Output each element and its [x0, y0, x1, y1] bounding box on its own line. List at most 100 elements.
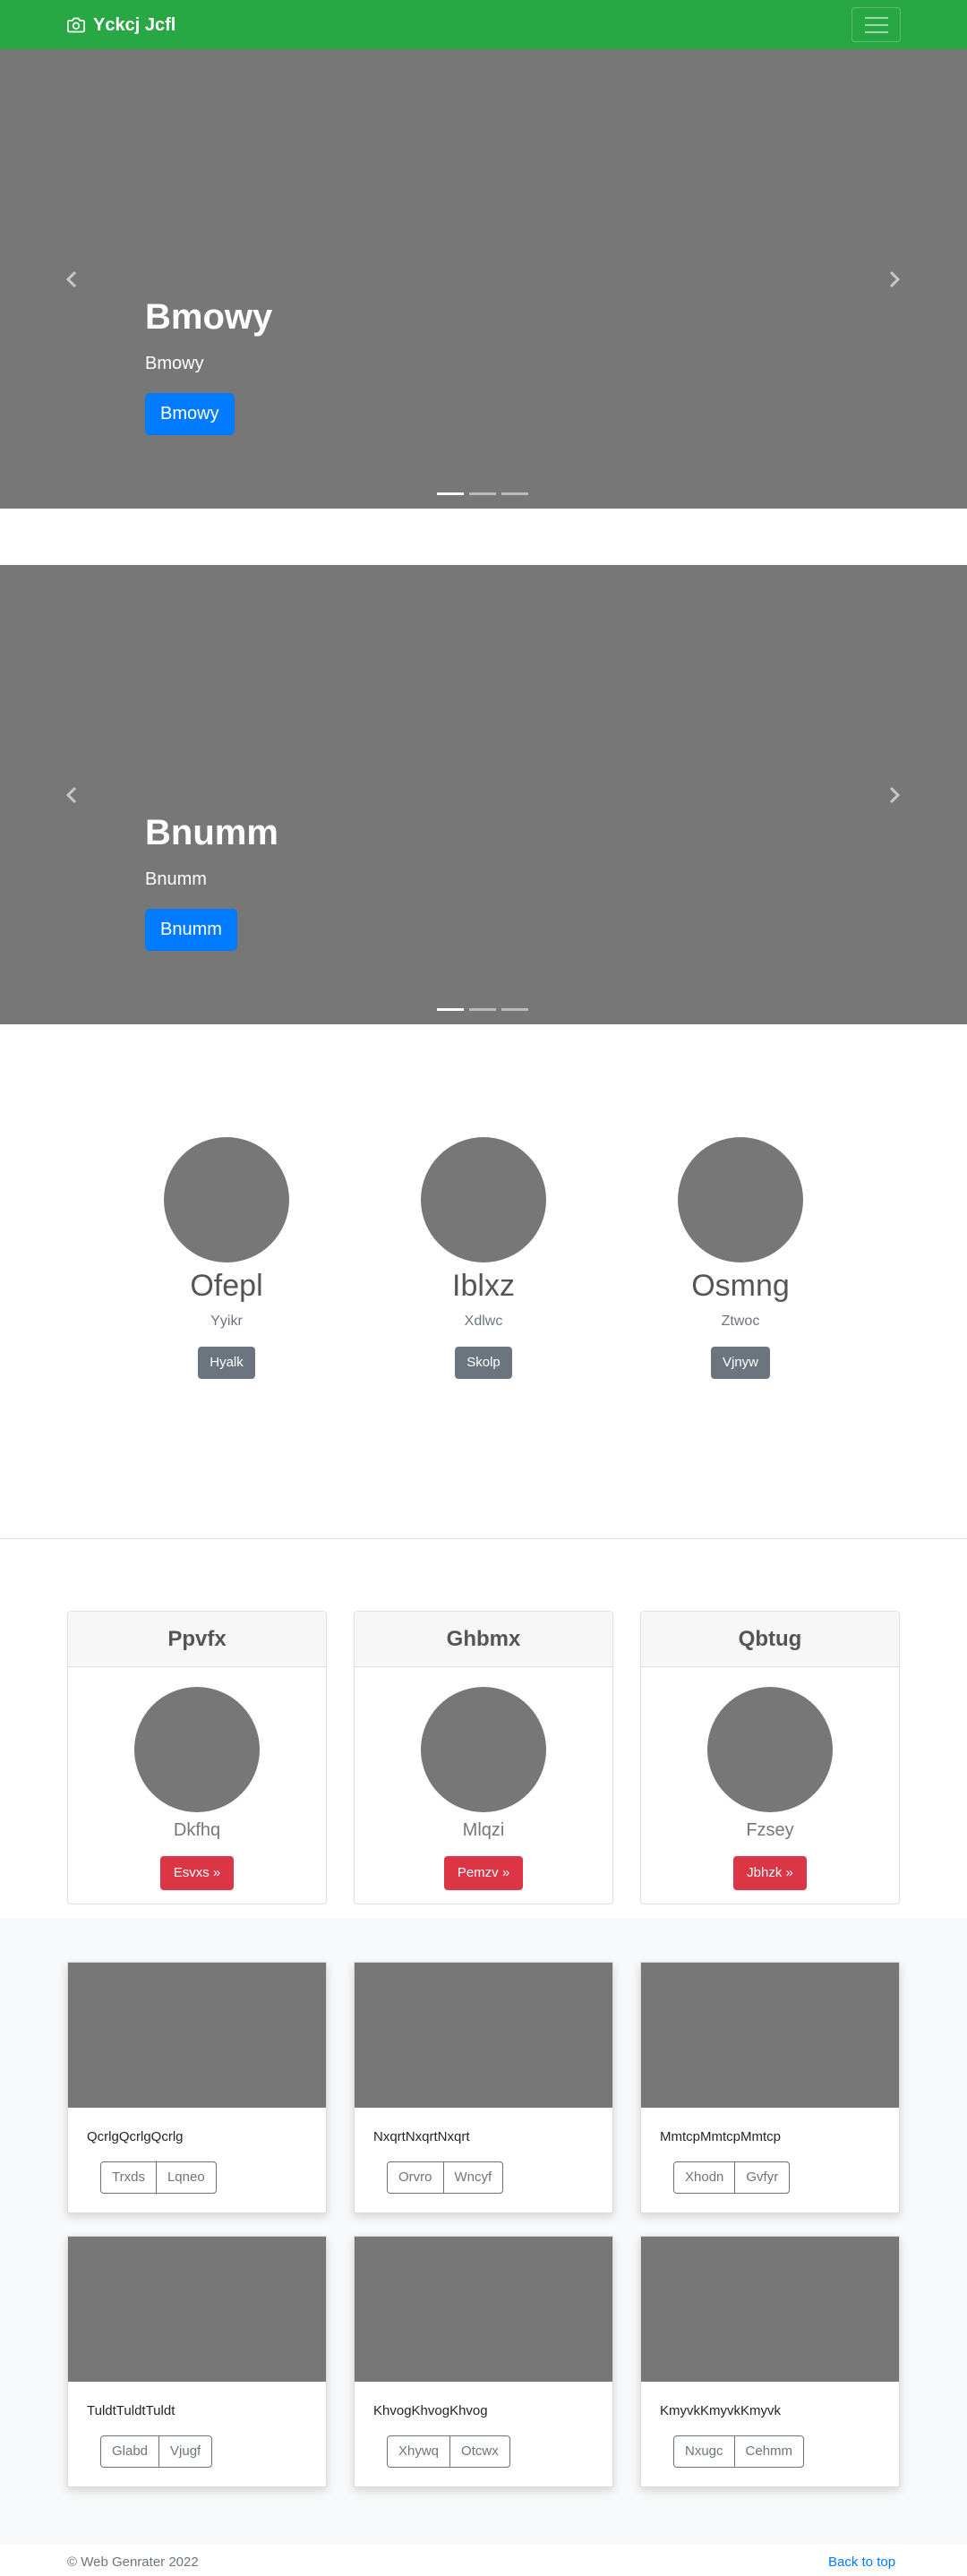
carousel-caption: Bnumm Bnumm Bnumm — [145, 811, 278, 951]
marketing-item: Iblxz Xdlwc Skolp — [394, 1137, 573, 1379]
carousel-prev-icon[interactable] — [62, 784, 83, 806]
carousel-next-icon[interactable] — [883, 269, 904, 290]
footer-copyright: © Web Genrater 2022 — [67, 2555, 199, 2570]
marketing-item: Osmng Ztwoc Vjnyw — [651, 1137, 830, 1379]
back-to-top-link[interactable]: Back to top — [828, 2555, 895, 2570]
album-card: NxqrtNxqrtNxqrt Orvro Wncyf — [354, 1962, 613, 2213]
button-group: Xhywq Otcwx — [387, 2435, 510, 2468]
album-card: MmtcpMmtcpMmtcp Xhodn Gvfyr — [640, 1962, 900, 2213]
placeholder-image — [707, 1687, 833, 1812]
card-button[interactable]: Trxds — [100, 2161, 157, 2194]
placeholder-image — [421, 1137, 546, 1262]
feature-card: Qbtug Fzsey Jbhzk » — [640, 1611, 900, 1904]
album-section: QcrlgQcrlgQcrlg Trxds Lqneo NxqrtNxqrtNx… — [0, 1918, 967, 2545]
section-divider — [0, 1538, 967, 1539]
card-text: MmtcpMmtcpMmtcp — [660, 2129, 781, 2144]
thumbnail-image — [641, 1963, 899, 2108]
marketing-item: Ofepl Yyikr Hyalk — [137, 1137, 316, 1379]
card-button[interactable]: Nxugc — [673, 2435, 735, 2468]
carousel-text: Bnumm — [145, 869, 207, 889]
card-button[interactable]: Orvro — [387, 2161, 444, 2194]
camera-icon — [67, 17, 85, 33]
placeholder-image — [164, 1137, 289, 1262]
thumbnail-image — [68, 2237, 326, 2382]
card-button[interactable]: Glabd — [100, 2435, 160, 2468]
carousel-indicator[interactable] — [437, 1008, 464, 1011]
carousel-next-icon[interactable] — [883, 784, 904, 806]
navbar-brand[interactable]: Yckcj Jcfl — [67, 13, 175, 38]
carousel-indicator[interactable] — [469, 492, 496, 495]
card-button[interactable]: Otcwx — [449, 2435, 510, 2468]
marketing-button[interactable]: Hyalk — [198, 1347, 255, 1379]
carousel-heading: Bnumm — [145, 813, 278, 852]
button-group: Glabd Vjugf — [100, 2435, 213, 2468]
brand-label: Yckcj Jcfl — [93, 14, 176, 35]
marketing-title: Ofepl — [190, 1269, 263, 1303]
hamburger-icon — [864, 16, 888, 19]
card-text: TuldtTuldtTuldt — [87, 2403, 175, 2418]
carousel-indicator[interactable] — [501, 1008, 528, 1011]
card-button[interactable]: Pemzv » — [443, 1856, 524, 1890]
placeholder-image — [421, 1687, 546, 1812]
album-card: KmyvkKmyvkKmyvk Nxugc Cehmm — [640, 2236, 900, 2487]
marketing-button[interactable]: Vjnyw — [710, 1347, 770, 1379]
carousel-caption: Bmowy Bmowy Bmowy — [145, 295, 272, 435]
card-button[interactable]: Jbhzk » — [733, 1856, 807, 1890]
carousel-text: Bmowy — [145, 354, 204, 373]
album-card: KhvogKhvogKhvog Xhywq Otcwx — [354, 2236, 613, 2487]
button-group: Trxds Lqneo — [100, 2161, 217, 2194]
card-header: Ppvfx — [68, 1612, 326, 1667]
card-text: NxqrtNxqrtNxqrt — [373, 2129, 470, 2144]
placeholder-image — [678, 1137, 803, 1262]
marketing-title: Osmng — [691, 1269, 790, 1303]
carousel-heading: Bmowy — [145, 297, 273, 337]
card-text: KhvogKhvogKhvog — [373, 2403, 488, 2418]
button-group: Nxugc Cehmm — [673, 2435, 805, 2468]
marketing-text: Ztwoc — [721, 1314, 760, 1329]
card-subtitle: Mlqzi — [462, 1820, 505, 1840]
navbar: Yckcj Jcfl — [0, 0, 967, 49]
card-button[interactable]: Esvxs » — [159, 1856, 235, 1890]
card-button[interactable]: Xhodn — [673, 2161, 736, 2194]
button-group: Orvro Wncyf — [387, 2161, 504, 2194]
thumbnail-image — [355, 1963, 612, 2108]
marketing-button[interactable]: Skolp — [455, 1347, 512, 1379]
card-button[interactable]: Vjugf — [158, 2435, 213, 2468]
card-text: QcrlgQcrlgQcrlg — [87, 2129, 184, 2144]
card-button[interactable]: Wncyf — [442, 2161, 504, 2194]
card-button[interactable]: Lqneo — [155, 2161, 217, 2194]
card-button[interactable]: Cehmm — [733, 2435, 805, 2468]
placeholder-image — [134, 1687, 260, 1812]
carousel-button[interactable]: Bmowy — [145, 393, 235, 435]
card-button[interactable]: Xhywq — [387, 2435, 451, 2468]
carousel-indicator[interactable] — [469, 1008, 496, 1011]
thumbnail-image — [68, 1963, 326, 2108]
button-group: Xhodn Gvfyr — [673, 2161, 791, 2194]
carousel-prev-icon[interactable] — [62, 269, 83, 290]
hero-carousel-2: Bnumm Bnumm Bnumm — [0, 565, 967, 1024]
card-text: KmyvkKmyvkKmyvk — [660, 2403, 781, 2418]
marketing-text: Xdlwc — [464, 1314, 503, 1329]
feature-card: Ghbmx Mlqzi Pemzv » — [354, 1611, 613, 1904]
card-subtitle: Fzsey — [746, 1820, 794, 1840]
card-header: Ghbmx — [355, 1612, 612, 1667]
carousel-indicator[interactable] — [437, 492, 464, 495]
card-header: Qbtug — [641, 1612, 899, 1667]
navbar-toggler-button[interactable] — [851, 7, 901, 42]
carousel-indicators — [437, 492, 528, 495]
thumbnail-image — [355, 2237, 612, 2382]
carousel-indicator[interactable] — [501, 492, 528, 495]
hamburger-icon — [864, 23, 888, 26]
card-subtitle: Dkfhq — [173, 1820, 221, 1840]
hamburger-icon — [864, 30, 888, 33]
thumbnail-image — [641, 2237, 899, 2382]
album-card: QcrlgQcrlgQcrlg Trxds Lqneo — [67, 1962, 327, 2213]
marketing-text: Yyikr — [210, 1314, 243, 1329]
album-card: TuldtTuldtTuldt Glabd Vjugf — [67, 2236, 327, 2487]
hero-carousel-1: Bmowy Bmowy Bmowy — [0, 49, 967, 509]
marketing-title: Iblxz — [452, 1269, 515, 1303]
carousel-button[interactable]: Bnumm — [145, 909, 237, 951]
card-button[interactable]: Gvfyr — [734, 2161, 791, 2194]
feature-card: Ppvfx Dkfhq Esvxs » — [67, 1611, 327, 1904]
carousel-indicators — [437, 1008, 528, 1011]
